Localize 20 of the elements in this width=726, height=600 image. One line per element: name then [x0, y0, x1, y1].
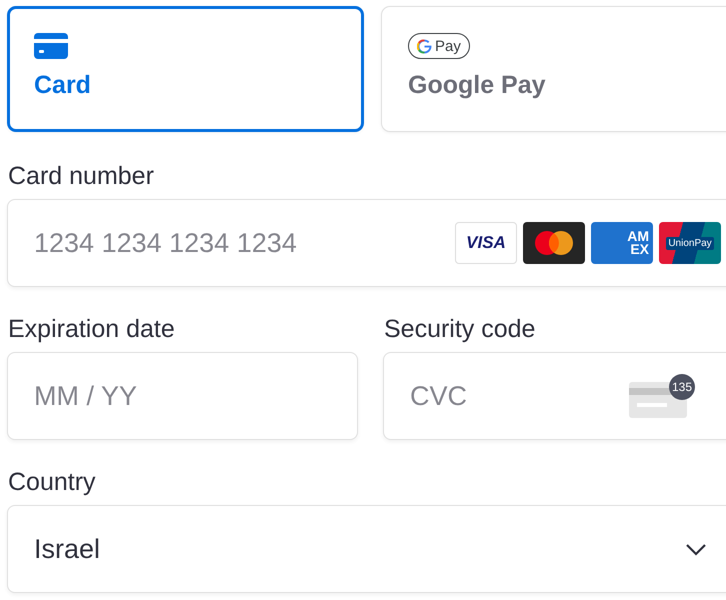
card-number-field[interactable]: 1234 1234 1234 1234 VISA AM EX UnionPay — [7, 199, 726, 287]
payment-method-tab[interactable]: Pay Google Pay — [381, 6, 726, 132]
field-label: Security code — [384, 315, 536, 344]
payment-method-tab[interactable]: Card — [7, 6, 364, 132]
field-label: Card number — [8, 162, 155, 191]
expiration-field[interactable]: MM / YY — [7, 352, 358, 440]
google-pay-logo: Pay — [408, 33, 470, 59]
security-code-input[interactable]: CVC — [410, 380, 629, 412]
card-icon — [34, 33, 68, 59]
field-label: Expiration date — [8, 315, 176, 344]
visa-logo: VISA — [455, 222, 517, 264]
unionpay-logo: UnionPay — [659, 222, 721, 264]
chevron-down-icon — [685, 542, 707, 556]
country-select[interactable]: Israel — [7, 505, 726, 593]
security-code-field[interactable]: CVC 135 — [383, 352, 726, 440]
field-label: Country — [8, 468, 97, 497]
expiration-input[interactable]: MM / YY — [34, 380, 333, 412]
mastercard-logo — [523, 222, 585, 264]
amex-logo: AM EX — [591, 222, 653, 264]
card-number-input[interactable]: 1234 1234 1234 1234 — [34, 228, 455, 258]
